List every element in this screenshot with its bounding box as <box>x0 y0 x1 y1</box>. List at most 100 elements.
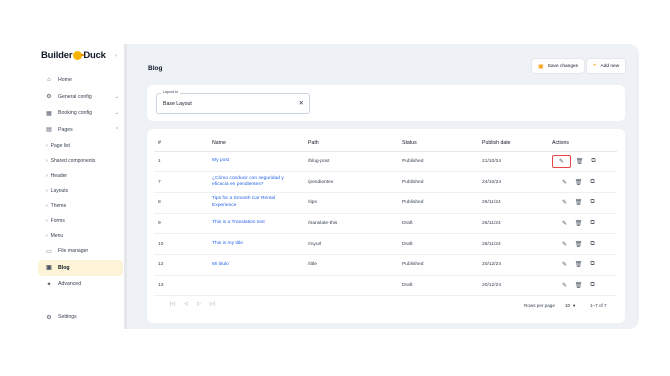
table-row[interactable]: 8 Tips for a Smooth Car Rental Experienc… <box>154 192 617 214</box>
app-window: Builder Duck ‹ ⌂ Home ⚙ General config ⌄… <box>34 44 639 329</box>
post-path <box>308 275 402 297</box>
post-name-link[interactable]: Tips for a Smooth Car Rental Experience <box>212 192 308 214</box>
edit-icon[interactable]: ✎ <box>559 280 570 291</box>
delete-icon[interactable]: 🗑 <box>573 239 584 250</box>
delete-icon[interactable]: 🗑 <box>573 197 584 208</box>
post-name-link[interactable]: This is a Translation test <box>212 213 308 235</box>
sidebar-item-pages[interactable]: ▤ Pages ⌃ <box>34 122 127 139</box>
layout-id-field[interactable]: Layout id Base Layout ✕ <box>156 90 310 114</box>
edit-icon[interactable]: ✎ <box>559 259 570 270</box>
next-page-icon[interactable]: ▷ <box>197 301 201 307</box>
table-row[interactable]: 7 ¿Cómo conducir con seguridad y eficaci… <box>154 171 617 193</box>
open-external-icon[interactable]: ⧉ <box>588 156 599 167</box>
column-header-path[interactable]: Path <box>308 135 402 152</box>
open-external-icon[interactable]: ⧉ <box>587 259 598 270</box>
table-row[interactable]: 1 My post /blog-post Published 21/10/24 … <box>154 151 617 173</box>
post-name-link[interactable] <box>212 275 308 297</box>
edit-icon[interactable]: ✎ <box>559 197 570 208</box>
sidebar-item-settings[interactable]: ⚙ Settings <box>34 309 127 326</box>
action-spacer <box>552 177 556 188</box>
post-name-link[interactable]: This is my title <box>212 233 308 255</box>
column-header-number[interactable]: # <box>154 135 212 152</box>
chevron-down-icon: ⌄ <box>114 110 119 117</box>
delete-icon[interactable]: 🗑 <box>573 280 584 291</box>
edit-icon[interactable]: ✎ <box>559 177 570 188</box>
sidebar-item-file-manager[interactable]: ▭ File manager <box>34 243 127 260</box>
blog-table: # Name Path Status Publish date Actions … <box>154 135 617 297</box>
sidebar-subitem-page-list[interactable]: › Page list <box>34 138 127 153</box>
open-external-icon[interactable]: ⧉ <box>587 197 598 208</box>
delete-icon[interactable]: 🗑 <box>574 156 585 167</box>
chevron-right-icon: › <box>46 202 48 209</box>
chevron-down-icon[interactable]: ▾ <box>573 303 575 309</box>
last-page-icon[interactable]: ▷| <box>210 301 215 307</box>
sidebar-item-advanced[interactable]: ✦ Advanced <box>34 276 127 293</box>
table-row[interactable]: 13 Draft 20/12/24 ✎ 🗑 ⧉ <box>154 275 617 297</box>
layout-card: Layout id Base Layout ✕ <box>147 85 625 121</box>
table-row[interactable]: 10 This is my title /myurl Draft 28/11/2… <box>154 233 617 255</box>
row-number: 10 <box>154 233 212 255</box>
post-status: Draft <box>402 233 482 255</box>
sidebar-item-general-config[interactable]: ⚙ General config ⌄ <box>34 89 127 106</box>
row-number: 9 <box>154 213 212 235</box>
sidebar-subitem-theme[interactable]: › Theme <box>34 198 127 213</box>
post-status: Draft <box>402 275 482 297</box>
open-external-icon[interactable]: ⧉ <box>587 218 598 229</box>
post-name-link[interactable]: ¿Cómo conducir con seguridad y eficacia … <box>212 171 308 193</box>
delete-icon[interactable]: 🗑 <box>573 177 584 188</box>
post-publish-date: 20/12/24 <box>482 275 552 297</box>
chevron-up-icon: ⌃ <box>114 126 119 133</box>
sidebar-item-blog[interactable]: ▣ Blog <box>38 259 123 276</box>
sidebar: Builder Duck ‹ ⌂ Home ⚙ General config ⌄… <box>34 44 127 329</box>
logo[interactable]: Builder Duck <box>41 50 106 61</box>
table-row[interactable]: 9 This is a Translation test /translate-… <box>154 213 617 235</box>
post-path: /pendientes <box>308 171 402 193</box>
sidebar-item-home[interactable]: ⌂ Home <box>34 72 127 89</box>
edit-icon[interactable]: ✎ <box>559 239 570 250</box>
clear-icon[interactable]: ✕ <box>299 99 304 107</box>
sidebar-subitem-header[interactable]: › Header <box>34 168 127 183</box>
edit-icon[interactable]: ✎ <box>552 154 571 168</box>
edit-icon[interactable]: ✎ <box>559 218 570 229</box>
post-name-link[interactable]: My post <box>212 151 308 173</box>
post-name-link[interactable]: Mi titulo <box>212 254 308 276</box>
delete-icon[interactable]: 🗑 <box>573 218 584 229</box>
open-external-icon[interactable]: ⧉ <box>587 280 598 291</box>
add-new-button[interactable]: + Add new <box>586 58 627 74</box>
sidebar-item-booking-config[interactable]: ▦ Booking config ⌄ <box>34 105 127 122</box>
post-publish-date: 26/11/24 <box>482 192 552 214</box>
chevron-right-icon: › <box>46 187 48 194</box>
delete-icon[interactable]: 🗑 <box>573 259 584 270</box>
gear-icon: ⚙ <box>46 94 52 101</box>
action-spacer <box>552 280 556 291</box>
home-icon: ⌂ <box>47 77 51 84</box>
save-changes-button[interactable]: ▣ Save changes <box>531 58 586 74</box>
row-number: 13 <box>154 275 212 297</box>
column-header-actions: Actions <box>552 135 617 152</box>
sidebar-subitem-menu[interactable]: › Menu <box>34 228 127 243</box>
chevron-right-icon: › <box>46 172 48 179</box>
save-changes-label: Save changes <box>547 63 579 69</box>
previous-page-icon[interactable]: ◁ <box>184 301 188 307</box>
sidebar-subitem-shared-components[interactable]: › Shared components <box>34 153 127 168</box>
open-external-icon[interactable]: ⧉ <box>587 239 598 250</box>
column-header-name[interactable]: Name <box>212 135 308 152</box>
column-header-publish-date[interactable]: Publish date <box>482 135 552 152</box>
column-header-status[interactable]: Status <box>402 135 482 152</box>
collapse-sidebar-icon[interactable]: ‹ <box>115 53 117 59</box>
advanced-icon: ✦ <box>46 281 52 288</box>
sidebar-item-label: Home <box>58 77 72 84</box>
row-actions: ✎ 🗑 ⧉ <box>552 192 617 214</box>
blog-table-card: # Name Path Status Publish date Actions … <box>147 129 625 323</box>
sidebar-subitem-layouts[interactable]: › Layouts <box>34 183 127 198</box>
first-page-icon[interactable]: |◁ <box>170 301 175 307</box>
sidebar-item-label: Advanced <box>58 281 82 288</box>
table-row[interactable]: 12 Mi titulo /title Published 20/12/24 ✎… <box>154 254 617 276</box>
rows-per-page-select[interactable]: 10 <box>565 303 570 308</box>
open-external-icon[interactable]: ⧉ <box>587 177 598 188</box>
row-number: 1 <box>154 151 212 173</box>
logo-text-left: Builder <box>41 50 73 61</box>
post-path: /title <box>308 254 402 276</box>
sidebar-subitem-forms[interactable]: › Forms <box>34 213 127 228</box>
row-actions: ✎ 🗑 ⧉ <box>552 275 617 297</box>
